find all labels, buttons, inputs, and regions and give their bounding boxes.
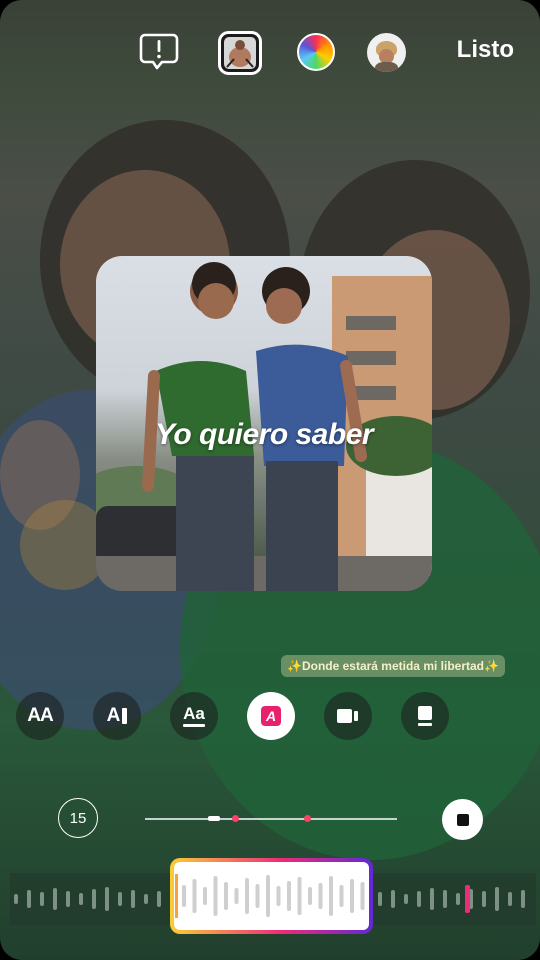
waveform-bar (213, 876, 218, 916)
waveform-bar (144, 894, 148, 904)
waveform-bar (456, 893, 460, 905)
waveform-bar (417, 891, 421, 907)
top-bar: Listo (0, 0, 540, 100)
waveform-bar (224, 882, 228, 910)
waveform-bar (495, 887, 499, 911)
waveform-bar (40, 892, 44, 906)
waveform-bar (203, 887, 207, 905)
selection-cursor (175, 874, 178, 918)
waveform-bar (443, 890, 447, 908)
lyrics-style-label: A (265, 708, 277, 724)
stop-button[interactable] (442, 799, 483, 840)
story-editor-screen: Listo Yo quiero saber ✨Donde estará meti… (0, 0, 540, 960)
text-underline-label: Aa (183, 703, 205, 723)
lyrics-style-button[interactable]: A (247, 692, 295, 740)
waveform-bar (182, 885, 186, 907)
waveform-bar (245, 878, 249, 914)
waveform-bar (234, 888, 239, 904)
waveform-bar (482, 891, 486, 907)
waveform-bar (287, 881, 291, 911)
avatar-icon[interactable] (367, 33, 406, 72)
waveform-bar (66, 891, 70, 907)
waveform-bar (391, 890, 395, 908)
photo-thumbnail-icon[interactable] (218, 31, 262, 80)
track-marker (232, 815, 239, 822)
waveform-bar (255, 884, 260, 908)
text-align-button[interactable]: A (93, 692, 141, 740)
text-underline-button[interactable]: Aa (170, 692, 218, 740)
waveform-bar (53, 888, 57, 910)
waveform-bar (276, 886, 281, 906)
exclamation-speech-icon[interactable] (138, 31, 180, 78)
waveform-marker (465, 885, 470, 913)
waveform-bar (131, 890, 135, 908)
video-clip-icon (337, 709, 358, 723)
lyrics-sticker-card[interactable]: Yo quiero saber (96, 256, 432, 591)
text-size-aa-icon: AA (27, 705, 53, 727)
waveform-bar (79, 893, 83, 905)
waveform-bar (14, 894, 18, 904)
playhead[interactable] (208, 816, 220, 821)
text-size-button[interactable]: AA (16, 692, 64, 740)
text-align-label: A (106, 705, 121, 726)
waveform-bar (27, 890, 31, 908)
waveform-bar (404, 894, 408, 904)
waveform-bar (318, 883, 323, 909)
clip-selector[interactable] (170, 858, 373, 934)
duration-button[interactable]: 15 (58, 798, 98, 838)
waveform-bar (118, 892, 122, 906)
playback-track[interactable] (145, 818, 397, 820)
waveform-bar (308, 887, 312, 905)
text-align-icon: A (107, 705, 128, 727)
lyric-text: Yo quiero saber (154, 418, 374, 451)
waveform-bar (521, 890, 525, 908)
waveform-bar (360, 882, 365, 910)
color-wheel-icon[interactable] (297, 33, 335, 71)
waveform-bar (266, 875, 270, 917)
waveform-bar (350, 879, 354, 913)
waveform-bar (92, 889, 96, 909)
card-format-icon (418, 706, 432, 726)
selected-waveform (175, 874, 365, 918)
card-format-button[interactable] (401, 692, 449, 740)
waveform-bar (297, 877, 302, 915)
caption-text[interactable]: ✨Donde estará metida mi libertad✨ (281, 655, 505, 677)
duration-label: 15 (69, 809, 87, 827)
waveform-bar (329, 876, 333, 916)
waveform-bar (105, 887, 109, 911)
waveform-bar (192, 879, 197, 913)
done-button[interactable]: Listo (457, 36, 514, 64)
lyrics-style-icon: A (261, 706, 281, 726)
track-marker (304, 815, 311, 822)
waveform-bar (508, 892, 512, 906)
waveform-bar (378, 892, 382, 906)
waveform-bar (339, 885, 344, 907)
text-underline-aa-icon: Aa (183, 703, 205, 727)
text-size-label: AA (27, 705, 53, 726)
waveform-bar (157, 891, 161, 907)
video-clip-button[interactable] (324, 692, 372, 740)
waveform-bar (430, 888, 434, 910)
stop-icon (456, 813, 469, 826)
